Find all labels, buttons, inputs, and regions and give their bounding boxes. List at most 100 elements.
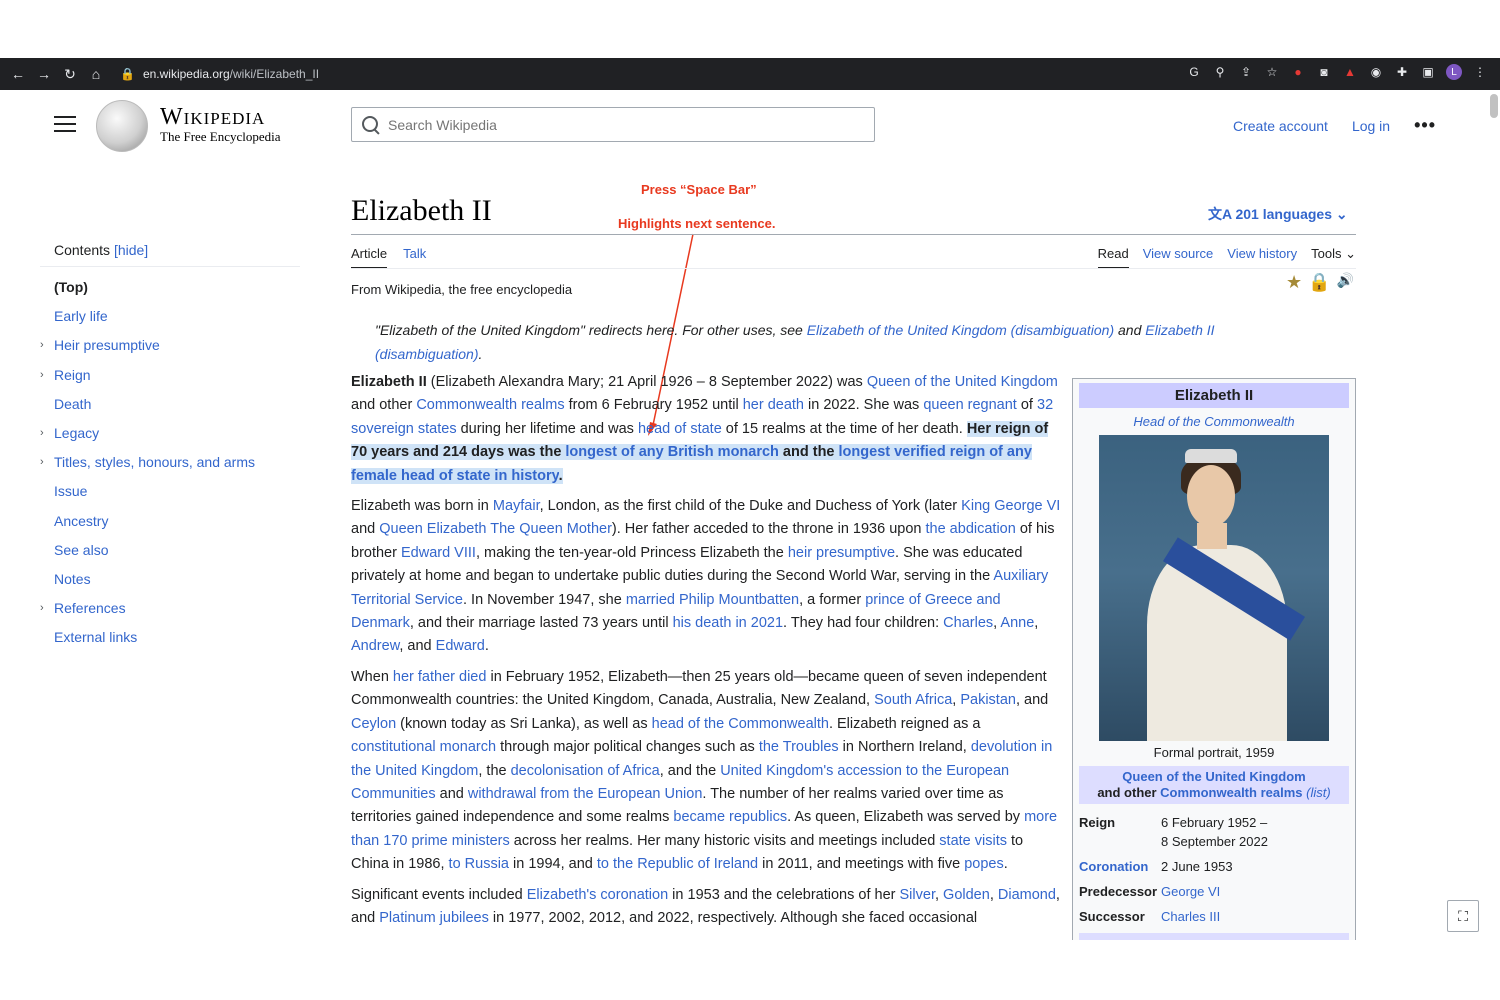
toc-item[interactable]: External links bbox=[40, 623, 300, 652]
toc-item-label[interactable]: Death bbox=[54, 396, 91, 412]
inline-link[interactable]: Queen Elizabeth The Queen Mother bbox=[379, 521, 612, 537]
infobox-value-text[interactable]: George VI bbox=[1161, 884, 1220, 899]
infobox-value[interactable]: Charles III bbox=[1161, 904, 1349, 929]
toc-item-label[interactable]: External links bbox=[54, 629, 137, 645]
wikipedia-globe-logo[interactable] bbox=[96, 100, 148, 152]
inline-link[interactable]: Anne bbox=[1000, 615, 1034, 631]
toc-item[interactable]: Death bbox=[40, 390, 300, 419]
inline-link[interactable]: heir presumptive bbox=[788, 545, 895, 561]
toc-hide-link[interactable]: [hide] bbox=[114, 242, 148, 258]
toc-item-label[interactable]: Ancestry bbox=[54, 513, 108, 529]
inline-link[interactable]: Queen of the United Kingdom bbox=[867, 374, 1058, 390]
search-input[interactable] bbox=[388, 116, 828, 133]
inline-link[interactable]: Elizabeth's coronation bbox=[527, 887, 668, 903]
live-extension-icon[interactable]: ▲ bbox=[1342, 64, 1358, 80]
inline-link[interactable]: Edward bbox=[436, 638, 485, 654]
inline-link[interactable]: Edward VIII bbox=[401, 545, 476, 561]
toc-item-label[interactable]: Early life bbox=[54, 308, 108, 324]
tools-menu[interactable]: Tools ⌄ bbox=[1311, 246, 1356, 269]
toc-item-label[interactable]: Legacy bbox=[54, 425, 99, 441]
toc-item[interactable]: (Top) bbox=[40, 273, 300, 302]
inline-link[interactable]: Mayfair bbox=[493, 498, 540, 514]
office-link[interactable]: Queen of the United Kingdom bbox=[1122, 769, 1305, 784]
inline-link[interactable]: to the Republic of Ireland bbox=[597, 856, 758, 872]
tab-view-history[interactable]: View history bbox=[1227, 246, 1297, 269]
tab-read[interactable]: Read bbox=[1097, 246, 1129, 269]
address-bar[interactable]: 🔒 en.wikipedia.org/wiki/Elizabeth_II bbox=[120, 67, 319, 81]
share-icon[interactable]: ⇪ bbox=[1238, 64, 1254, 80]
inline-link[interactable]: the abdication bbox=[926, 521, 1016, 537]
reload-icon[interactable]: ↻ bbox=[62, 66, 78, 83]
inline-link[interactable]: longest of any British monarch bbox=[565, 444, 779, 461]
toc-item[interactable]: Ancestry bbox=[40, 507, 300, 536]
inline-link[interactable]: Ceylon bbox=[351, 716, 396, 732]
toc-item[interactable]: Notes bbox=[40, 565, 300, 594]
inline-link[interactable]: queen regnant bbox=[923, 397, 1017, 413]
zoom-icon[interactable]: ⚲ bbox=[1212, 64, 1228, 80]
inline-link[interactable]: Charles bbox=[943, 615, 993, 631]
inline-link[interactable]: her father died bbox=[393, 669, 487, 685]
inline-link[interactable]: withdrawal from the European Union bbox=[468, 786, 703, 802]
inline-link[interactable]: head of state bbox=[638, 421, 722, 437]
tab-talk[interactable]: Talk bbox=[403, 246, 426, 269]
inline-link[interactable]: decolonisation of Africa bbox=[511, 763, 660, 779]
inline-link[interactable]: to Russia bbox=[449, 856, 509, 872]
toc-item-label[interactable]: Issue bbox=[54, 483, 87, 499]
bookmark-star-icon[interactable]: ☆ bbox=[1264, 64, 1280, 80]
toc-item[interactable]: › Heir presumptive bbox=[40, 331, 300, 360]
toc-item[interactable]: › Reign bbox=[40, 361, 300, 390]
home-icon[interactable]: ⌂ bbox=[88, 66, 104, 82]
inline-link[interactable]: constitutional monarch bbox=[351, 739, 496, 755]
toc-item[interactable]: See also bbox=[40, 536, 300, 565]
inline-link[interactable]: Commonwealth realms bbox=[416, 397, 564, 413]
extension-dark-icon[interactable]: ◉ bbox=[1368, 64, 1384, 80]
toc-item-label[interactable]: Titles, styles, honours, and arms bbox=[54, 454, 255, 470]
infobox-value-text[interactable]: Charles III bbox=[1161, 909, 1220, 924]
back-icon[interactable]: ← bbox=[10, 66, 26, 82]
create-account-link[interactable]: Create account bbox=[1233, 118, 1328, 134]
featured-star-icon[interactable]: ★ bbox=[1286, 272, 1302, 293]
list-link[interactable]: (list) bbox=[1306, 785, 1331, 800]
inline-link[interactable]: Pakistan bbox=[960, 692, 1016, 708]
inline-link[interactable]: Platinum jubilees bbox=[379, 910, 489, 926]
toc-item[interactable]: › References bbox=[40, 594, 300, 623]
google-icon[interactable]: G bbox=[1186, 64, 1202, 80]
hatnote-link-disambiguation[interactable]: Elizabeth of the United Kingdom (disambi… bbox=[807, 322, 1114, 338]
toc-item-label[interactable]: Heir presumptive bbox=[54, 337, 160, 353]
main-menu-icon[interactable] bbox=[54, 116, 76, 137]
forward-icon[interactable]: → bbox=[36, 66, 52, 82]
sidepanel-icon[interactable]: ▣ bbox=[1420, 64, 1436, 80]
inline-link[interactable]: South Africa bbox=[874, 692, 952, 708]
kebab-menu-icon[interactable]: ⋮ bbox=[1472, 64, 1488, 80]
chevron-right-icon[interactable]: › bbox=[40, 419, 44, 448]
chevron-right-icon[interactable]: › bbox=[40, 448, 44, 477]
shield-extension-icon[interactable]: ◙ bbox=[1316, 64, 1332, 80]
chevron-right-icon[interactable]: › bbox=[40, 361, 44, 390]
log-in-link[interactable]: Log in bbox=[1352, 118, 1390, 134]
inline-link[interactable]: the Troubles bbox=[759, 739, 839, 755]
toc-item[interactable]: Early life bbox=[40, 302, 300, 331]
infobox-subtitle[interactable]: Head of the Commonwealth bbox=[1079, 408, 1349, 433]
spoken-audio-icon[interactable]: 🔊 bbox=[1337, 272, 1354, 293]
wikipedia-wordmark[interactable]: Wikipedia The Free Encyclopedia bbox=[160, 104, 281, 145]
tab-article[interactable]: Article bbox=[351, 246, 388, 269]
search-box[interactable] bbox=[351, 107, 875, 142]
inline-link[interactable]: became republics bbox=[673, 809, 787, 825]
inline-link[interactable]: married Philip Mountbatten bbox=[626, 592, 799, 608]
inline-link[interactable]: King George VI bbox=[961, 498, 1060, 514]
inline-link[interactable]: Silver bbox=[900, 887, 935, 903]
inline-link[interactable]: popes bbox=[964, 856, 1004, 872]
profile-avatar-icon[interactable]: L bbox=[1446, 64, 1462, 80]
chevron-right-icon[interactable]: › bbox=[40, 594, 44, 623]
extension-red-icon[interactable]: ● bbox=[1290, 64, 1306, 80]
inline-link[interactable]: his death in 2021 bbox=[673, 615, 783, 631]
toc-item-label[interactable]: Notes bbox=[54, 571, 91, 587]
inline-link[interactable]: her death bbox=[743, 397, 804, 413]
portrait-image[interactable] bbox=[1099, 435, 1329, 741]
inline-link[interactable]: head of the Commonwealth bbox=[652, 716, 829, 732]
toc-item-label[interactable]: Reign bbox=[54, 367, 91, 383]
tab-view-source[interactable]: View source bbox=[1143, 246, 1214, 269]
scrollbar[interactable] bbox=[1490, 94, 1498, 118]
inline-link[interactable]: Diamond bbox=[998, 887, 1056, 903]
inline-link[interactable]: state visits bbox=[939, 833, 1007, 849]
